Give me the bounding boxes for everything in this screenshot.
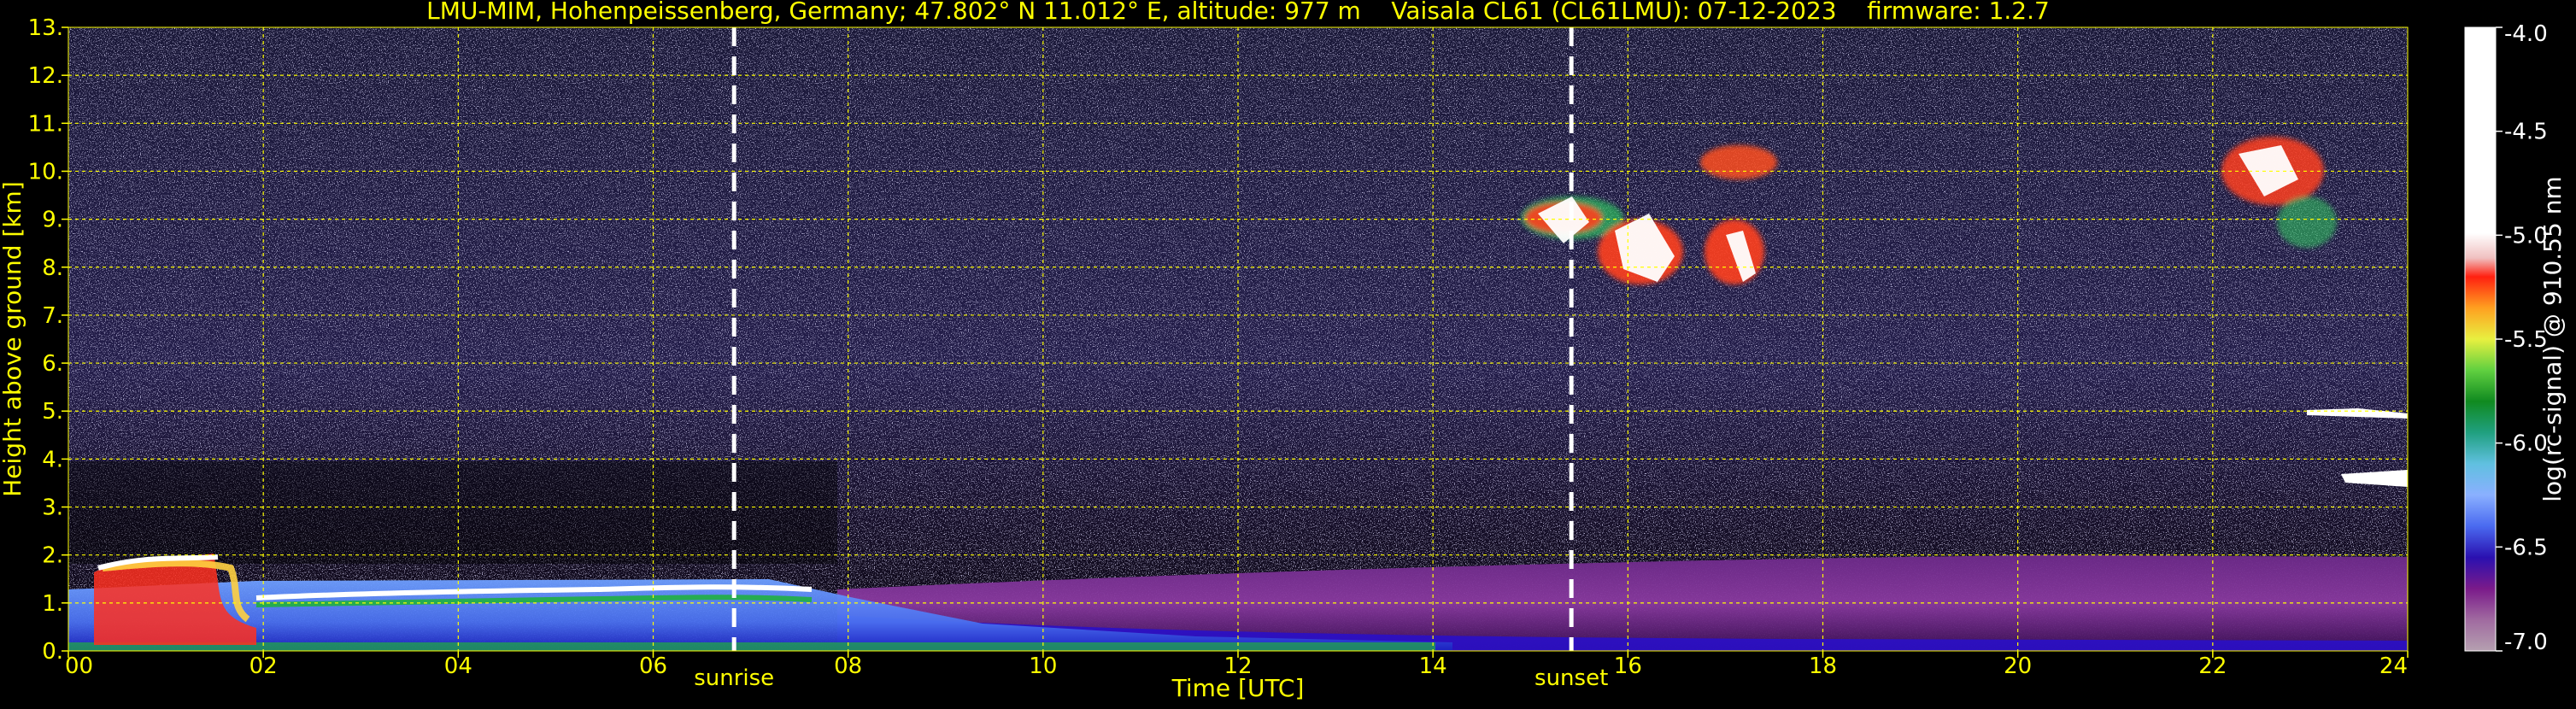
colorbar-tick-label: -4.5 — [2504, 120, 2548, 145]
y-tick-label: 10. — [28, 159, 63, 185]
x-tick-label: 04 — [444, 653, 472, 679]
y-tick-label: 12. — [28, 63, 63, 89]
y-tick-label: 3. — [42, 495, 63, 521]
ceilometer-chart: 00 02 04 06 08 10 12 14 16 18 20 22 24 0. 1. 2. 3. 4. 5. 6.… — [0, 0, 2576, 706]
y-tick-label: 7. — [42, 303, 63, 329]
x-tick-label: 10 — [1029, 653, 1057, 679]
y-tick-label: 9. — [42, 208, 63, 233]
x-tick-label: 06 — [639, 653, 667, 679]
y-tick-label: 5. — [42, 399, 63, 425]
x-axis-label: Time [UTC] — [1171, 674, 1305, 702]
x-tick-label: 08 — [834, 653, 862, 679]
y-tick-label: 13. — [28, 15, 63, 41]
y-tick-label: 6. — [42, 351, 63, 377]
y-tick-label: 0. — [42, 639, 63, 665]
colorbar-tick-label: -7.0 — [2504, 630, 2548, 655]
colorbar: -4.0-4.5-5.0-5.5-6.0-6.5-7.0 log(rc-sign… — [2464, 21, 2567, 655]
y-tick-label: 4. — [42, 447, 63, 472]
y-tick-label: 11. — [28, 111, 63, 137]
y-tick-label: 1. — [42, 591, 63, 617]
colorbar-gradient — [2465, 27, 2496, 651]
colorbar-tick-label: -6.5 — [2504, 535, 2548, 560]
x-tick-label: 14 — [1419, 653, 1447, 679]
y-tick-label: 8. — [42, 255, 63, 281]
y-axis-label: Height above ground [km] — [0, 181, 26, 497]
colorbar-label: log(rc-signal) @ 910.55 nm — [2538, 176, 2567, 501]
x-tick-label: 22 — [2198, 653, 2227, 679]
x-tick-label: 24 — [2379, 653, 2408, 679]
annotation-label-sunset: sunset — [1534, 665, 1608, 691]
chart-svg: 00 02 04 06 08 10 12 14 16 18 20 22 240.1.2.3.4.5.6.… — [0, 0, 2567, 702]
colorbar-tick-label: -4.0 — [2504, 21, 2548, 47]
x-tick-label: 20 — [2004, 653, 2032, 679]
x-tick-label: 16 — [1614, 653, 1642, 679]
x-tick-label: 02 — [249, 653, 278, 679]
chart-title: LMU-MIM, Hohenpeissenberg, Germany; 47.8… — [426, 0, 2050, 25]
y-tick-label: 2. — [42, 543, 63, 569]
x-tick-label: 00 — [65, 653, 93, 679]
annotation-label-sunrise: sunrise — [694, 665, 774, 691]
x-tick-label: 18 — [1809, 653, 1837, 679]
plot-area — [68, 27, 2408, 651]
